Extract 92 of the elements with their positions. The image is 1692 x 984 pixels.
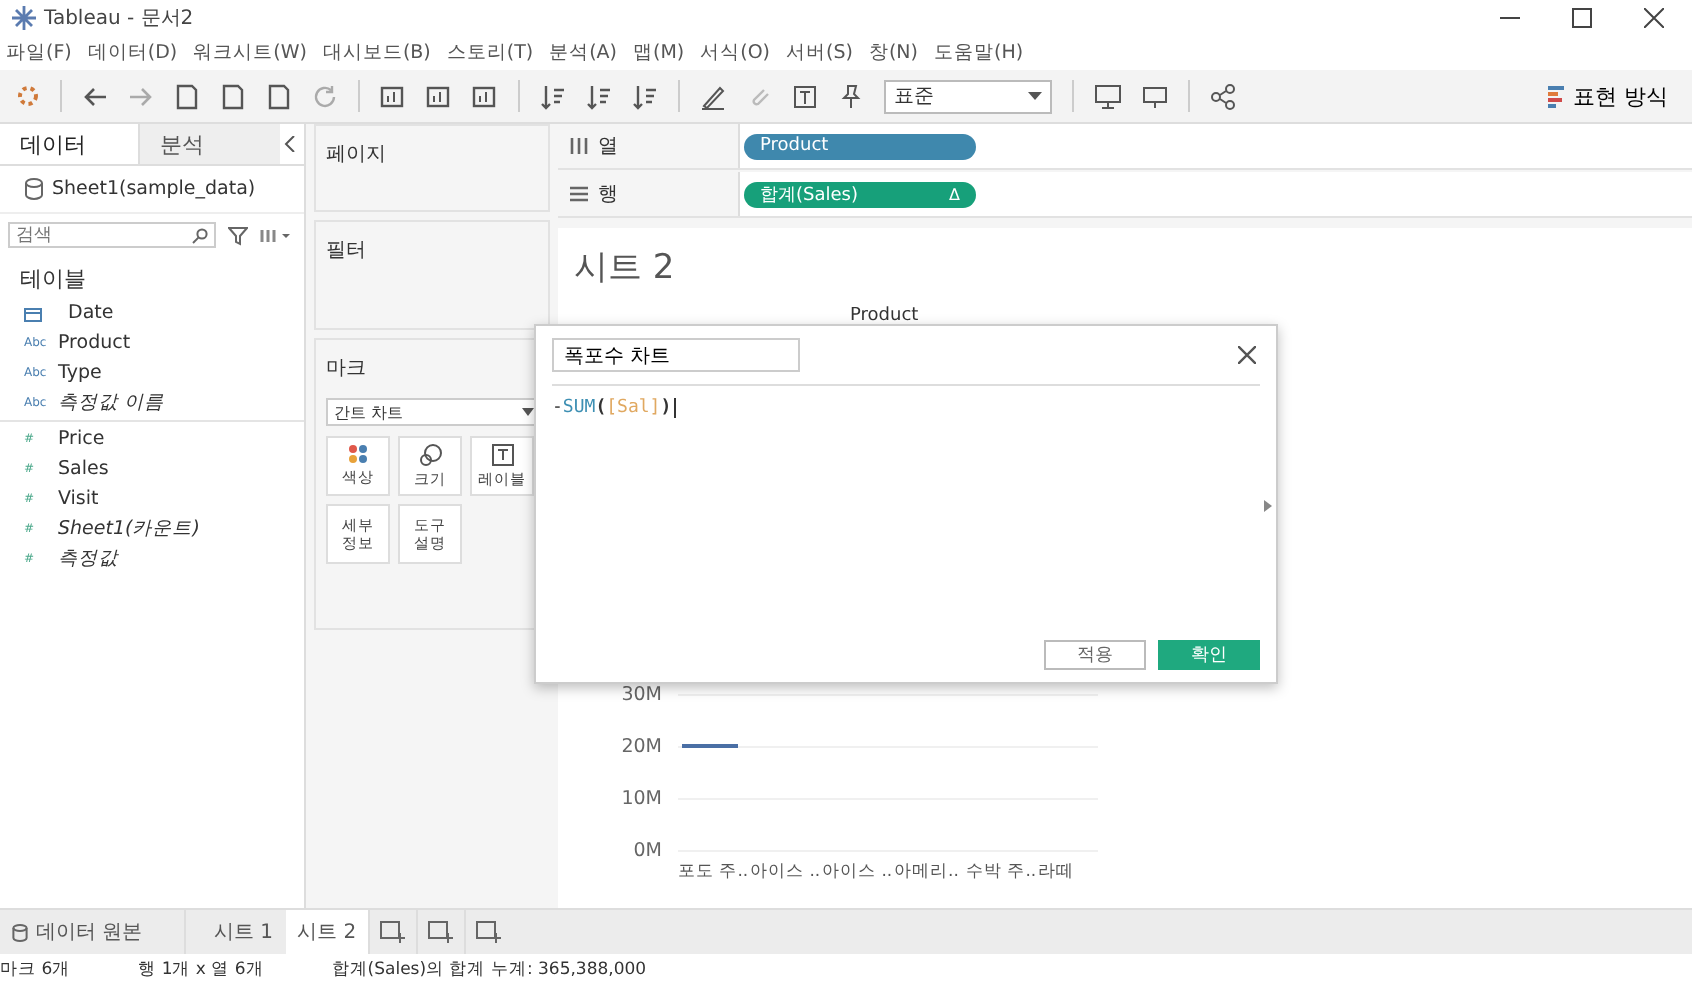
chart-icon[interactable] xyxy=(380,83,406,109)
card-title: 페이지 xyxy=(326,142,386,168)
category-label: 아이스 .. xyxy=(822,860,888,884)
gantt-mark xyxy=(682,744,738,748)
rows-icon xyxy=(570,186,588,202)
chart-icon[interactable] xyxy=(472,83,498,109)
field-name[interactable]: Visit xyxy=(58,488,99,510)
presentation-icon[interactable] xyxy=(1094,83,1122,109)
document-icon[interactable] xyxy=(174,83,200,109)
view-options-icon[interactable] xyxy=(260,227,292,243)
expand-arrow-icon[interactable] xyxy=(1264,500,1272,512)
caret-icon xyxy=(1028,92,1042,100)
menu-item[interactable]: 대시보드(B) xyxy=(322,40,431,66)
field-name[interactable]: 측정값 xyxy=(58,546,118,572)
show-me-button[interactable]: 표현 방식 xyxy=(1547,81,1668,111)
sheet-title: 시트 2 xyxy=(574,246,677,290)
card-title: 필터 xyxy=(326,238,366,264)
monitor-icon[interactable] xyxy=(1142,83,1168,109)
maximize-icon[interactable] xyxy=(1572,8,1592,28)
document-icon[interactable] xyxy=(220,83,246,109)
category-label: 포도 주.. xyxy=(678,860,744,884)
menu-item[interactable]: 맵(M) xyxy=(633,40,685,66)
shelf-label: 열 xyxy=(598,134,618,160)
sheet-tab[interactable]: 시트 1 xyxy=(202,910,286,954)
close-icon[interactable] xyxy=(1238,346,1256,364)
fit-dropdown[interactable]: 표준 xyxy=(884,79,1052,113)
field-name[interactable]: Type xyxy=(58,362,102,384)
axis-tick-label: 30M xyxy=(621,682,662,708)
text-box-icon xyxy=(491,443,513,466)
card-title: 마크 xyxy=(326,356,366,382)
axis-tick-label: 10M xyxy=(621,786,662,812)
status-text: 합계(Sales)의 합계 누계: 365,388,000 xyxy=(331,960,647,982)
menu-item[interactable]: 데이터(D) xyxy=(87,40,178,66)
menu-item[interactable]: 창(N) xyxy=(868,40,918,66)
database-icon xyxy=(12,923,28,941)
chart-icon[interactable] xyxy=(426,83,452,109)
calculation-name-field[interactable]: 폭포수 차트 xyxy=(552,338,800,372)
sheet-tab[interactable]: 시트 2 xyxy=(285,910,369,954)
field-name[interactable]: Sales xyxy=(58,458,109,480)
close-icon[interactable] xyxy=(1644,8,1664,28)
menu-item[interactable]: 도움말(H) xyxy=(934,40,1024,66)
status-text: 행 1개 x 열 6개 xyxy=(138,960,264,982)
formula-text[interactable]: -SUM([Sal]) xyxy=(552,398,676,418)
search-icon[interactable] xyxy=(192,228,208,244)
text-box-icon[interactable] xyxy=(792,83,818,109)
category-label: 수박 주.. xyxy=(966,860,1032,884)
menu-item[interactable]: 서식(O) xyxy=(700,40,771,66)
section-heading: 테이블 xyxy=(18,264,88,296)
column-header: Product xyxy=(850,306,921,326)
field-name[interactable]: Sheet1(카운트) xyxy=(58,516,200,542)
shelf-label: 행 xyxy=(598,182,618,208)
field-pill[interactable]: Product xyxy=(744,133,976,159)
pin-icon[interactable] xyxy=(838,83,864,109)
category-label: 아이스 .. xyxy=(750,860,816,884)
sort-icon[interactable] xyxy=(586,83,612,109)
bar-chart-icon xyxy=(1547,85,1563,107)
menu-item[interactable]: 분석(A) xyxy=(549,40,618,66)
document-icon[interactable] xyxy=(266,83,292,109)
collapse-icon[interactable] xyxy=(284,136,296,152)
apply-button[interactable]: 적용 xyxy=(1044,640,1146,670)
caret-icon xyxy=(522,408,534,416)
calendar-icon xyxy=(24,305,42,321)
menu-item[interactable]: 서버(S) xyxy=(786,40,853,66)
category-label: 아메리.. xyxy=(894,860,960,884)
pane-tab[interactable]: 분석 xyxy=(140,124,280,164)
menu-item[interactable]: 워크시트(W) xyxy=(193,40,307,66)
field-name[interactable]: Price xyxy=(58,428,105,450)
field-name[interactable]: Product xyxy=(58,332,131,354)
menu-item[interactable]: 파일(F) xyxy=(6,40,72,66)
app-logo-icon[interactable] xyxy=(16,84,40,108)
axis-tick-label: 20M xyxy=(621,734,662,760)
field-name[interactable]: Date xyxy=(68,302,114,324)
filter-icon[interactable] xyxy=(228,225,248,245)
circles-icon xyxy=(419,443,441,466)
database-icon xyxy=(24,178,44,200)
back-arrow-icon[interactable] xyxy=(82,83,108,109)
color-dots-icon xyxy=(348,444,368,465)
search-field[interactable]: 검색 xyxy=(8,222,216,248)
datasource-name[interactable]: Sheet1(sample_data) xyxy=(52,178,256,200)
status-text: 마크 6개 xyxy=(0,960,71,982)
app-logo-icon xyxy=(12,6,36,30)
datasource-tab[interactable]: 데이터 원본 xyxy=(0,910,186,954)
share-icon[interactable] xyxy=(1210,83,1236,109)
axis-tick-label: 0M xyxy=(633,838,662,864)
columns-icon xyxy=(570,138,588,154)
paperclip-icon[interactable] xyxy=(746,83,772,109)
window-title: Tableau - 문서2 xyxy=(44,6,194,32)
field-name[interactable]: 측정값 이름 xyxy=(58,390,165,416)
menu-item[interactable]: 스토리(T) xyxy=(446,40,534,66)
sort-icon[interactable] xyxy=(632,83,658,109)
pen-icon[interactable] xyxy=(700,83,726,109)
category-label: 라떼 xyxy=(1038,860,1076,884)
